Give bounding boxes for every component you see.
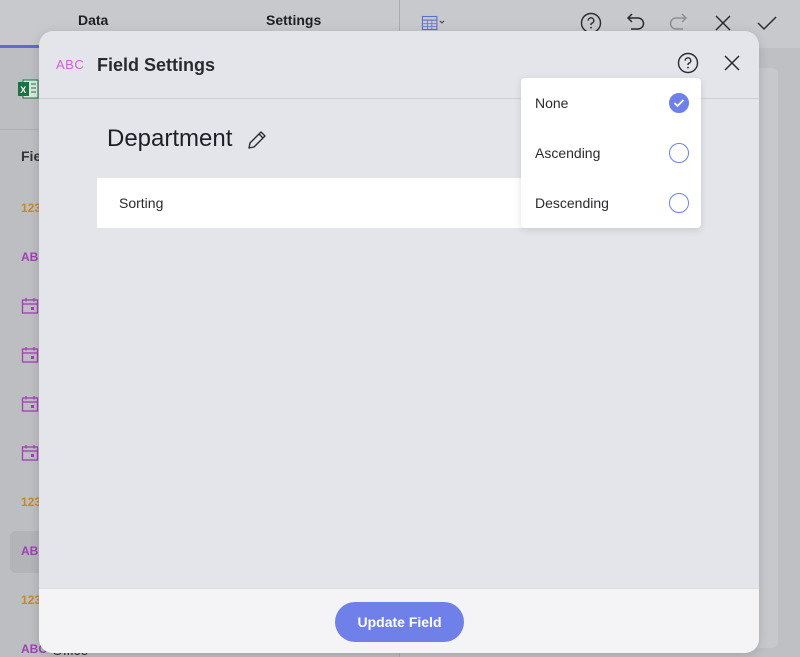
field-name-heading: Department bbox=[107, 125, 233, 152]
radio-checked-icon[interactable] bbox=[669, 93, 689, 113]
excel-icon: X bbox=[17, 79, 39, 104]
radio-unchecked-icon[interactable] bbox=[669, 143, 689, 163]
tab-settings[interactable]: Settings bbox=[266, 12, 321, 28]
sort-option-ascending[interactable]: Ascending bbox=[521, 128, 701, 178]
option-label: Descending bbox=[535, 195, 609, 211]
edit-field-name-button[interactable] bbox=[245, 130, 269, 154]
radio-unchecked-icon[interactable] bbox=[669, 193, 689, 213]
sorting-row[interactable]: Sorting bbox=[97, 178, 527, 228]
calendar-icon bbox=[21, 297, 39, 318]
tab-data[interactable]: Data bbox=[78, 12, 108, 28]
help-icon bbox=[677, 52, 699, 79]
calendar-icon bbox=[21, 444, 39, 465]
option-label: Ascending bbox=[535, 145, 601, 161]
sort-option-none[interactable]: None bbox=[521, 78, 701, 128]
dialog-close-button[interactable] bbox=[720, 53, 744, 77]
text-type-icon: ABC bbox=[56, 57, 85, 72]
sorting-dropdown: None Ascending Descending bbox=[521, 78, 701, 228]
option-label: None bbox=[535, 95, 569, 111]
dialog-title: Field Settings bbox=[97, 55, 216, 75]
sorting-label: Sorting bbox=[119, 195, 164, 211]
close-icon bbox=[723, 54, 741, 77]
pencil-icon bbox=[246, 129, 268, 156]
dialog-help-button[interactable] bbox=[676, 52, 700, 79]
svg-text:X: X bbox=[20, 85, 26, 95]
dialog-footer: Update Field bbox=[39, 588, 759, 653]
sort-option-descending[interactable]: Descending bbox=[521, 178, 701, 228]
calendar-icon bbox=[21, 346, 39, 367]
calendar-icon bbox=[21, 395, 39, 416]
update-field-button[interactable]: Update Field bbox=[335, 602, 464, 642]
